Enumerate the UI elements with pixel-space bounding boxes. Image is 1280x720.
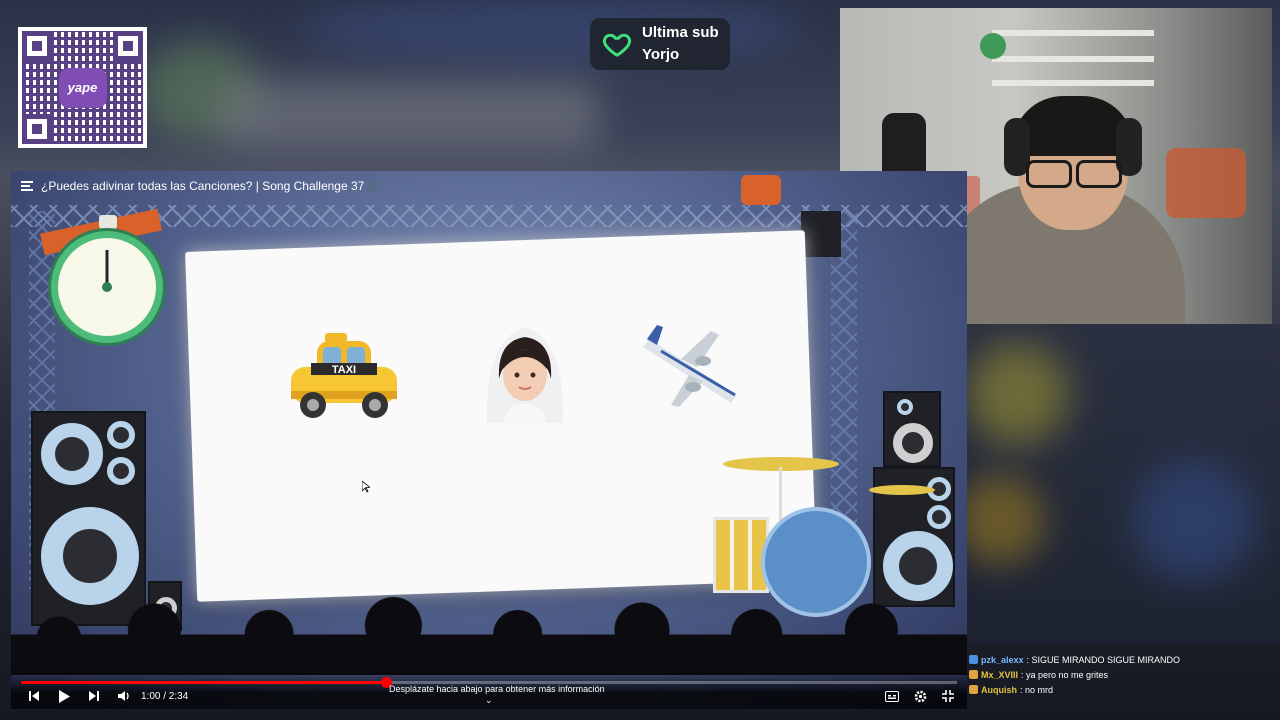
yape-qr-code: yape	[18, 27, 147, 148]
volume-icon[interactable]	[117, 689, 131, 703]
airplane-icon	[643, 325, 737, 407]
mouse-cursor-icon	[362, 481, 370, 493]
chat-message: pzk_alexx : SIGUE MIRANDO SIGUE MIRANDO	[969, 652, 1274, 667]
shelf	[992, 30, 1154, 36]
speaker-right-top	[883, 391, 941, 467]
taxi-icon: TAXI	[291, 333, 397, 418]
stopwatch-icon	[51, 231, 163, 343]
chat-username: Auquish	[981, 684, 1017, 695]
previous-icon[interactable]	[27, 689, 41, 703]
stream-layout: yape Ultima sub Yorjo ¿Puedes adivinar t…	[0, 0, 1280, 720]
chat-badge-icon	[969, 655, 978, 664]
chat-text: : SIGUE MIRANDO SIGUE MIRANDO	[1026, 654, 1181, 665]
yape-logo: yape	[58, 67, 107, 108]
play-icon[interactable]	[57, 689, 71, 703]
shelf	[992, 56, 1154, 62]
stopwatch-button	[99, 215, 117, 229]
qr-finder-bottom-left	[22, 114, 52, 144]
time-display: 1:00 / 2:34	[141, 690, 189, 702]
shelf	[992, 80, 1154, 86]
crowd-silhouette	[11, 585, 967, 675]
speaker-tweeter	[927, 505, 951, 529]
gear-icon[interactable]	[913, 689, 927, 703]
progress-fill	[21, 681, 387, 684]
blurred-video-background	[967, 324, 1280, 644]
svg-text:TAXI: TAXI	[332, 364, 356, 376]
last-sub-label: Ultima sub	[642, 24, 719, 41]
captions-icon[interactable]	[885, 689, 899, 703]
chat-message: Mx_XVIII : ya pero no me grites	[969, 667, 1274, 682]
glasses	[1026, 160, 1122, 188]
last-sub-name: Yorjo	[642, 46, 680, 63]
scroll-hint: Desplázate hacia abajo para obtener más …	[389, 684, 605, 694]
qr-pattern: yape	[22, 31, 143, 144]
chat-badge-icon	[969, 685, 978, 694]
qr-finder-top-right	[113, 31, 143, 61]
player-controls: 1:00 / 2:34 Desplázate hacia abajo para …	[11, 669, 967, 709]
qr-finder-top-left	[22, 31, 52, 61]
video-title[interactable]: ¿Puedes adivinar todas las Canciones? | …	[41, 179, 383, 193]
playlist-menu-icon[interactable]	[21, 181, 33, 191]
exit-fullscreen-icon[interactable]	[941, 689, 955, 703]
chevron-down-icon[interactable]: ⌄	[485, 695, 493, 706]
last-sub-card: Ultima sub Yorjo	[590, 18, 730, 70]
speaker-cone	[41, 423, 103, 485]
stage-light-right	[741, 175, 781, 205]
bride-with-veil-icon	[486, 327, 564, 423]
speaker-tweeter	[107, 421, 135, 449]
chat-text: : ya pero no me grites	[1021, 669, 1109, 680]
stage-light-corner	[801, 211, 841, 257]
speaker-tweeter	[107, 457, 135, 485]
next-icon[interactable]	[87, 689, 101, 703]
hi-hat	[869, 485, 935, 495]
speaker-cone	[893, 423, 933, 463]
chat-badge-icon	[969, 670, 978, 679]
video-title-bar[interactable]: ¿Puedes adivinar todas las Canciones? | …	[21, 179, 383, 193]
video-player[interactable]: ¿Puedes adivinar todas las Canciones? | …	[11, 171, 967, 709]
orange-bag	[1166, 148, 1246, 218]
chat-overlay: pzk_alexx : SIGUE MIRANDO SIGUE MIRANDO …	[969, 652, 1274, 697]
chat-text: : no mrd	[1020, 684, 1054, 695]
heart-icon	[602, 33, 632, 57]
speaker-tweeter	[897, 399, 913, 415]
green-cap	[980, 33, 1006, 59]
chat-message: Auquish : no mrd	[969, 682, 1274, 697]
chat-username: Mx_XVIII	[981, 669, 1019, 680]
chat-username: pzk_alexx	[981, 654, 1024, 665]
